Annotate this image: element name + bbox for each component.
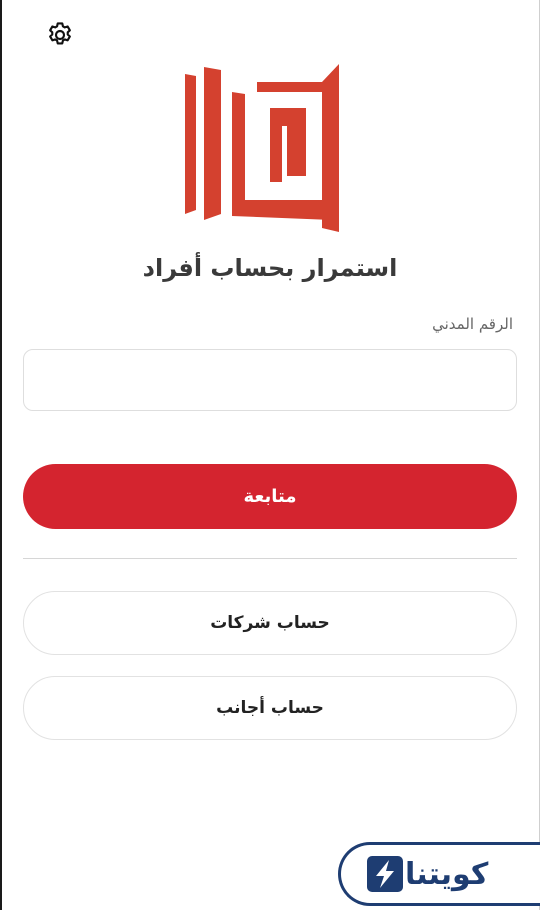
section-divider: [23, 558, 517, 559]
continue-button[interactable]: متابعة: [23, 464, 517, 529]
window-edge-left: [0, 0, 2, 910]
watermark-badge: كويتنا: [338, 842, 540, 906]
gear-icon[interactable]: [44, 19, 76, 51]
civil-id-input[interactable]: [23, 349, 517, 411]
brand-logo: [183, 64, 357, 236]
foreigners-account-button[interactable]: حساب أجانب: [23, 676, 517, 740]
civil-id-label: الرقم المدني: [432, 315, 513, 333]
bolt-badge-icon: [365, 854, 405, 894]
watermark-text: كويتنا: [405, 856, 489, 892]
page-title: استمرار بحساب أفراد: [142, 254, 398, 282]
companies-account-button[interactable]: حساب شركات: [23, 591, 517, 655]
